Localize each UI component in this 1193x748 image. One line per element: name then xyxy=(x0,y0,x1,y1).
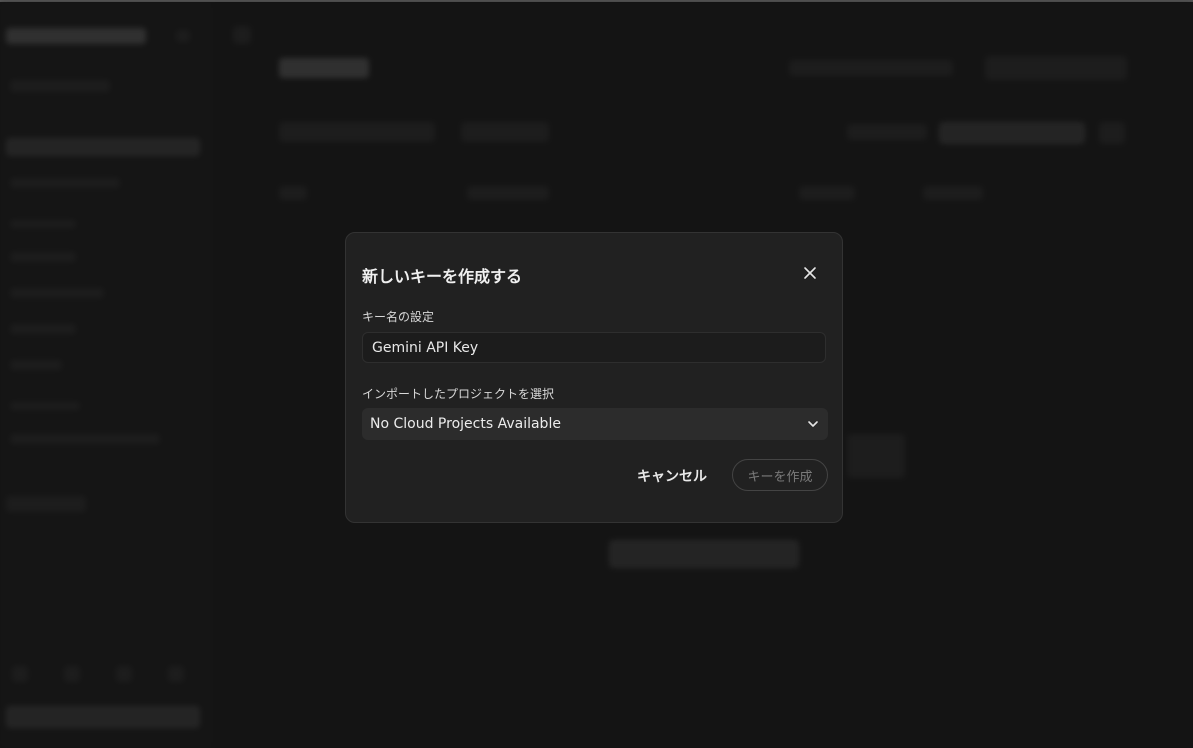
close-icon xyxy=(804,267,816,279)
create-key-dialog: 新しいキーを作成する キー名の設定 インポートしたプロジェクトを選択 No Cl… xyxy=(345,232,843,523)
close-button[interactable] xyxy=(800,263,820,283)
chevron-down-icon xyxy=(808,421,818,427)
project-select-value: No Cloud Projects Available xyxy=(370,416,561,432)
project-label: インポートしたプロジェクトを選択 xyxy=(362,387,555,401)
project-select[interactable]: No Cloud Projects Available xyxy=(362,408,828,440)
dialog-title: 新しいキーを作成する xyxy=(362,267,523,286)
create-key-button[interactable]: キーを作成 xyxy=(732,459,828,491)
key-name-input[interactable] xyxy=(362,332,826,363)
key-name-label: キー名の設定 xyxy=(362,310,435,324)
cancel-button[interactable]: キャンセル xyxy=(629,460,715,492)
